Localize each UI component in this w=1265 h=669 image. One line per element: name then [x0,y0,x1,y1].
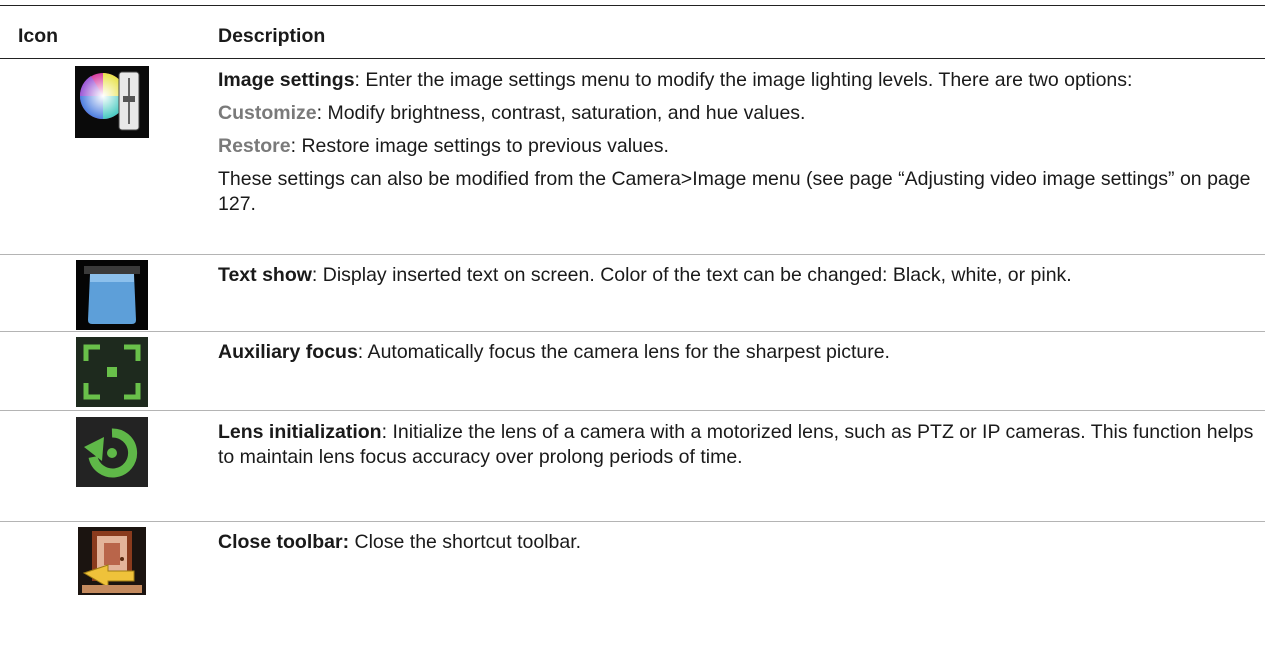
close-toolbar-icon [78,527,146,600]
row-text: : Display inserted text on screen. Color… [311,264,1072,286]
row-auxiliary-focus: Auxiliary focus: Automatically focus the… [218,340,1258,373]
header-rule [0,58,1265,59]
row-title: Text show [218,264,312,286]
header-icon: Icon [18,25,59,47]
row-text: : Enter the image settings menu to modif… [354,69,1133,91]
row-title: Auxiliary focus [218,341,358,363]
row-title: Close toolbar: [218,531,350,553]
auxiliary-focus-icon [76,337,148,412]
header-description: Description [218,25,326,47]
option-name: Customize [218,102,317,124]
row-divider [0,254,1265,255]
row-divider [0,521,1265,522]
option-name: Restore [218,135,291,157]
row-text: Close the shortcut toolbar. [349,531,582,553]
image-settings-icon [75,66,149,143]
row-divider [0,410,1265,411]
option-text: : Restore image settings to previous val… [290,135,669,157]
row-divider [0,331,1265,332]
row-image-settings: Image settings: Enter the image settings… [218,68,1258,225]
row-note: These settings can also be modified from… [218,168,1251,215]
text-show-icon [76,260,148,335]
table-top-rule [0,5,1265,6]
option-text: : Modify brightness, contrast, saturatio… [316,102,806,124]
row-title: Image settings [218,69,355,91]
row-close-toolbar: Close toolbar: Close the shortcut toolba… [218,530,1258,563]
row-text-show: Text show: Display inserted text on scre… [218,263,1258,296]
row-lens-initialization: Lens initialization: Initialize the lens… [218,420,1258,478]
lens-initialization-icon [76,417,148,492]
row-title: Lens initialization [218,421,382,443]
row-text: : Automatically focus the camera lens fo… [357,341,890,363]
